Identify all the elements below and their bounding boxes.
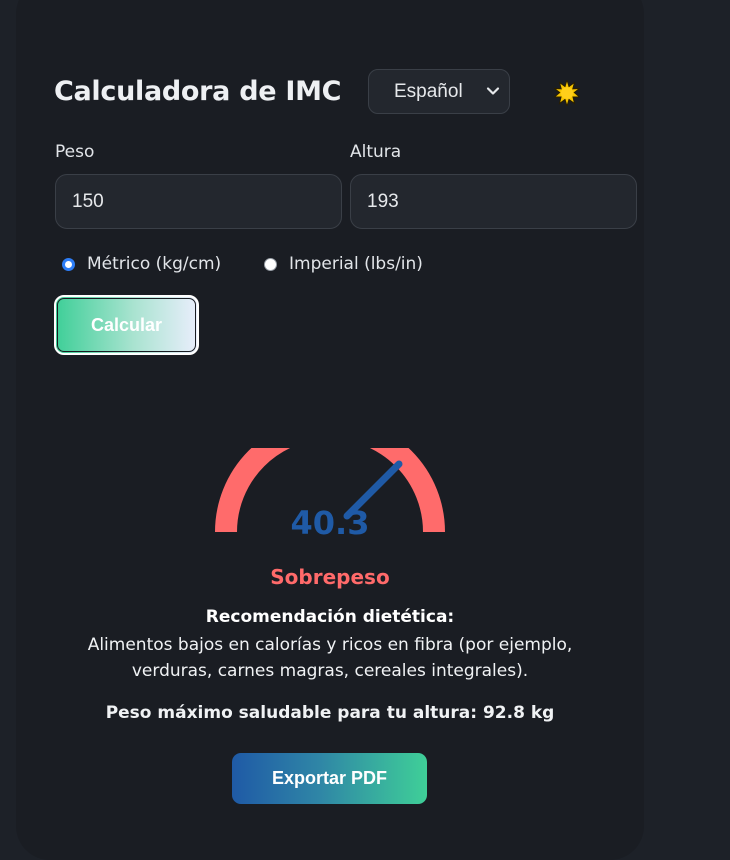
export-pdf-button[interactable]: Exportar PDF (232, 753, 427, 804)
language-select-value: Español (394, 81, 463, 102)
imperial-radio[interactable] (264, 257, 277, 271)
metric-radio-option[interactable]: Métrico (kg/cm) (62, 254, 221, 274)
max-healthy-weight: Peso máximo saludable para tu altura: 92… (80, 703, 580, 723)
calculator-card (16, 0, 644, 860)
recommendation-line: Alimentos bajos en calorías y ricos en f… (87, 635, 573, 655)
weight-input[interactable]: 150 (55, 174, 342, 229)
imperial-radio-option[interactable]: Imperial (lbs/in) (264, 254, 423, 274)
weight-label: Peso (55, 142, 95, 162)
language-select[interactable]: Español (368, 69, 510, 114)
chevron-down-icon (486, 87, 500, 95)
recommendation-text: Alimentos bajos en calorías y ricos en f… (70, 632, 590, 684)
metric-radio[interactable] (62, 257, 75, 271)
bmi-value: 40.3 (290, 504, 370, 542)
imperial-radio-label: Imperial (lbs/in) (289, 254, 423, 274)
height-label: Altura (350, 142, 402, 162)
max-weight-label: Peso máximo saludable para tu altura: (105, 703, 478, 723)
sun-icon[interactable] (554, 80, 580, 106)
max-weight-value: 92.8 kg (482, 703, 555, 723)
metric-radio-label: Métrico (kg/cm) (87, 254, 222, 274)
recommendation-line: verduras, carnes magras, cereales integr… (131, 661, 529, 681)
recommendation-title: Recomendación dietética: (205, 607, 455, 627)
bmi-category: Sobrepeso (270, 565, 390, 589)
page-title: Calculadora de IMC (54, 76, 342, 107)
height-input[interactable]: 193 (350, 174, 637, 229)
calculate-button[interactable]: Calcular (54, 295, 199, 355)
